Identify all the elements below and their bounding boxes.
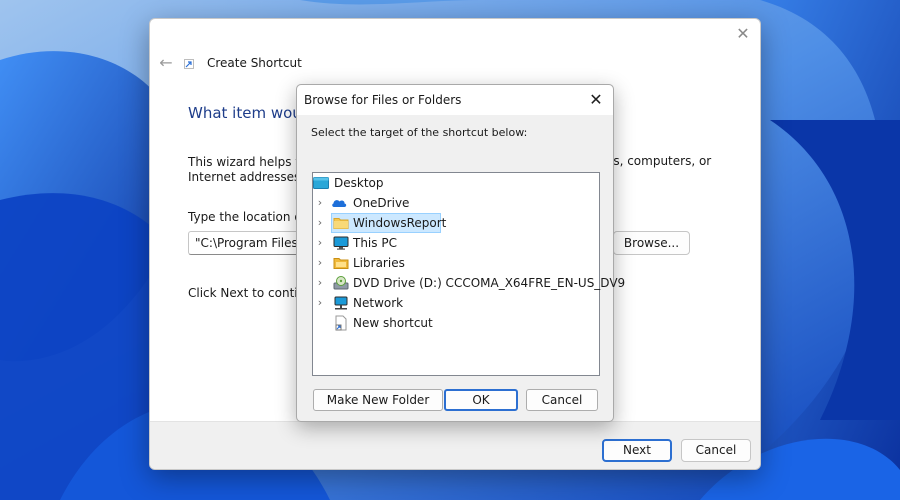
chevron-right-icon[interactable]: › (314, 215, 326, 231)
make-new-folder-button[interactable]: Make New Folder (313, 389, 443, 411)
tree-item-libraries[interactable]: › Libraries (313, 253, 599, 273)
browse-dialog: Browse for Files or Folders ✕ Select the… (296, 84, 625, 422)
window-title: Create Shortcut (207, 56, 302, 70)
ok-button[interactable]: OK (444, 389, 518, 411)
tree-label: OneDrive (353, 196, 410, 210)
tree-label: WindowsReport (353, 216, 447, 230)
next-button[interactable]: Next (602, 439, 672, 462)
dialog-instruction: Select the target of the shortcut below: (311, 126, 528, 139)
tree-item-onedrive[interactable]: › OneDrive (313, 193, 599, 213)
libraries-folder-icon (333, 258, 349, 269)
network-icon (334, 296, 348, 310)
desktop-folder-icon (313, 177, 329, 189)
tree-label: This PC (353, 236, 397, 250)
tree-item-desktop[interactable]: Desktop (313, 173, 599, 193)
tree-item-network[interactable]: › Network (313, 293, 599, 313)
tree-item-dvd-drive[interactable]: › DVD Drive (D:) CCCOMA_X64FRE_EN-US_DV9 (313, 273, 625, 293)
dialog-titlebar: Browse for Files or Folders ✕ (297, 85, 613, 115)
tree-item-this-pc[interactable]: › This PC (313, 233, 599, 253)
tree-label: New shortcut (353, 316, 433, 330)
dialog-close-icon[interactable]: ✕ (585, 89, 607, 111)
chevron-right-icon[interactable]: › (314, 255, 326, 271)
back-arrow-icon[interactable]: ← (156, 53, 176, 73)
wizard-heading: What item woul (188, 104, 306, 122)
wizard-description-line2: Internet addresses. (188, 170, 305, 184)
shortcut-file-icon (335, 315, 347, 331)
monitor-icon (333, 236, 349, 250)
tree-label: DVD Drive (D:) CCCOMA_X64FRE_EN-US_DV9 (353, 276, 626, 290)
wizard-description-tail: ers, computers, or (601, 154, 712, 168)
onedrive-cloud-icon (332, 200, 347, 207)
wizard-cancel-button[interactable]: Cancel (681, 439, 751, 462)
browse-button[interactable]: Browse... (613, 231, 690, 255)
dialog-title: Browse for Files or Folders (304, 93, 462, 107)
chevron-right-icon[interactable]: › (314, 275, 326, 291)
close-icon[interactable]: ✕ (732, 23, 754, 45)
tree-label: Network (353, 296, 404, 310)
click-next-instruction: Click Next to continu (188, 286, 313, 300)
chevron-right-icon[interactable]: › (314, 195, 326, 211)
chevron-right-icon[interactable]: › (314, 295, 326, 311)
tree-item-new-shortcut[interactable]: New shortcut (313, 313, 599, 333)
shortcut-arrow-icon (184, 59, 194, 69)
dialog-cancel-button[interactable]: Cancel (526, 389, 598, 411)
chevron-right-icon[interactable]: › (314, 235, 326, 251)
dvd-drive-icon (333, 276, 349, 290)
tree-label: Libraries (353, 256, 405, 270)
tree-label: Desktop (334, 176, 384, 190)
folder-tree[interactable]: Desktop › OneDrive › WindowsReport › Thi… (312, 172, 625, 376)
folder-icon (333, 218, 349, 229)
tree-item-windowsreport[interactable]: › WindowsReport (313, 213, 599, 233)
